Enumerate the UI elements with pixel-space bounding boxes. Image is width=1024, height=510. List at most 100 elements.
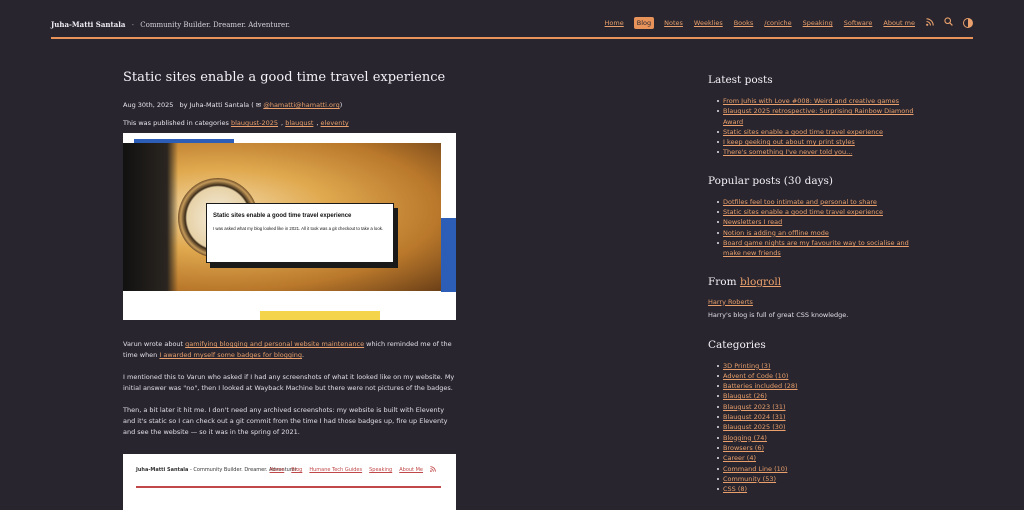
category-link[interactable]: Advent of Code (10) [723, 372, 788, 380]
category-link[interactable]: blaugust [285, 119, 313, 127]
blogroll-heading: From blogroll [708, 276, 928, 288]
list-item: Blogging (74) [717, 433, 928, 443]
popular-post-link[interactable]: Newsletters I read [723, 218, 782, 226]
category-link[interactable]: CSS (8) [723, 485, 747, 493]
site-tagline: Community Builder. Dreamer. Adventurer. [140, 21, 290, 29]
paragraph: I mentioned this to Varun who asked if I… [123, 373, 455, 392]
text: . [302, 351, 305, 359]
post-title: Static sites enable a good time travel e… [123, 70, 446, 85]
rss-icon[interactable] [926, 17, 934, 29]
blogroll-entry-description: Harry's blog is full of great CSS knowle… [708, 310, 849, 319]
old-site-screenshot: Juha-Matti Santala - Community Builder. … [123, 454, 456, 510]
nav-home[interactable]: Home [604, 17, 625, 29]
latest-posts-list: From Juhis with Love #008: Weird and cre… [717, 96, 928, 158]
inline-link[interactable]: gamifying blogging and personal website … [185, 340, 364, 348]
category-link[interactable]: Command Line (10) [723, 465, 787, 473]
hero-blue-block [441, 218, 456, 292]
latest-post-link[interactable]: Static sites enable a good time travel e… [723, 128, 883, 136]
category-link[interactable]: Blogging (74) [723, 434, 767, 442]
list-item: Blaugust 2024 (31) [717, 412, 928, 422]
site-header: Juha-Matti Santala - Community Builder. … [51, 0, 973, 39]
nav-blog[interactable]: Blog [633, 17, 655, 29]
list-item: Blaugust 2023 (31) [717, 402, 928, 412]
nav-notes[interactable]: Notes [663, 17, 684, 29]
screenshot-nav-item: About Me [399, 467, 423, 473]
category-link[interactable]: blaugust-2025 [231, 119, 278, 127]
inline-link[interactable]: I awarded myself some badges for bloggin… [159, 351, 302, 359]
post-author: Juha-Matti Santala [189, 101, 250, 109]
post-categories: This was published in categories blaugus… [123, 119, 349, 127]
screenshot-rss-icon [430, 466, 436, 474]
nav-software[interactable]: Software [843, 17, 874, 29]
main-nav: Home Blog Notes Weeklies Books /coniche … [595, 17, 973, 29]
category-link[interactable]: Batteries included (28) [723, 382, 798, 390]
screenshot-nav-item: Blog [291, 467, 303, 473]
list-item: Static sites enable a good time travel e… [717, 127, 928, 137]
list-item: Command Line (10) [717, 464, 928, 474]
nav-coniche[interactable]: /coniche [763, 17, 792, 29]
list-item: Blaugust (26) [717, 391, 928, 401]
list-item: Dotfiles feel too intimate and personal … [717, 197, 928, 207]
list-item: Static sites enable a good time travel e… [717, 207, 928, 217]
category-link[interactable]: Blaugust 2023 (31) [723, 403, 786, 411]
list-item: From Juhis with Love #008: Weird and cre… [717, 96, 928, 106]
latest-post-link[interactable]: There's something I've never told you... [723, 148, 852, 156]
post-date: Aug 30th, 2025 [123, 101, 174, 109]
site-name[interactable]: Juha-Matti Santala [51, 20, 125, 29]
hero-card-title: Static sites enable a good time travel e… [213, 213, 352, 219]
list-item: Newsletters I read [717, 217, 928, 227]
popular-post-link[interactable]: Board game nights are my favourite way t… [723, 239, 909, 257]
popular-post-link[interactable]: Notion is adding an offline mode [723, 229, 829, 237]
list-item: CSS (8) [717, 484, 928, 494]
screenshot-nav-item: Humane Tech Guides [309, 467, 363, 473]
categories-label: This was published in categories [123, 119, 229, 127]
brand-separator: - [131, 21, 135, 29]
nav-speaking[interactable]: Speaking [802, 17, 834, 29]
site-brand: Juha-Matti Santala - Community Builder. … [51, 20, 290, 29]
popular-post-link[interactable]: Static sites enable a good time travel e… [723, 208, 883, 216]
list-item: Blaugust 2025 (30) [717, 422, 928, 432]
mastodon-link[interactable]: @hamatti@hamatti.org [263, 101, 339, 109]
category-link[interactable]: Browsers (6) [723, 444, 764, 452]
article: Static sites enable a good time travel e… [123, 70, 456, 510]
popular-posts-list: Dotfiles feel too intimate and personal … [717, 197, 928, 259]
paragraph: Then, a bit later it hit me. I don't nee… [123, 406, 448, 436]
list-item: Browsers (6) [717, 443, 928, 453]
latest-post-link[interactable]: I keep geeking out about my print styles [723, 138, 855, 146]
post-meta: Aug 30th, 2025 by Juha-Matti Santala ( ✉… [123, 101, 343, 109]
latest-post-link[interactable]: From Juhis with Love #008: Weird and cre… [723, 97, 899, 105]
blogroll-link[interactable]: blogroll [740, 276, 781, 288]
list-item: Career (4) [717, 453, 928, 463]
nav-weeklies[interactable]: Weeklies [693, 17, 724, 29]
theme-toggle-icon[interactable] [963, 18, 973, 28]
popular-post-link[interactable]: Dotfiles feel too intimate and personal … [723, 198, 877, 206]
list-item: Community (53) [717, 474, 928, 484]
screenshot-nav: Home Blog Humane Tech Guides Speaking Ab… [263, 466, 437, 474]
latest-post-link[interactable]: Blaugust 2025 retrospective: Surprising … [723, 107, 914, 125]
nav-books[interactable]: Books [733, 17, 755, 29]
text: Varun wrote about [123, 340, 186, 348]
hero-dark-object [123, 143, 178, 291]
blogroll-entry-link[interactable]: Harry Roberts [708, 298, 928, 306]
hero-card-subtitle: I was asked what my blog looked like in … [213, 226, 384, 231]
list-item: Advent of Code (10) [717, 371, 928, 381]
category-link[interactable]: Career (4) [723, 454, 756, 462]
list-item: Board game nights are my favourite way t… [717, 238, 928, 259]
nav-about[interactable]: About me [882, 17, 916, 29]
list-item: Batteries included (28) [717, 381, 928, 391]
category-link[interactable]: Blaugust (26) [723, 392, 767, 400]
screenshot-nav-item: Home [269, 467, 285, 473]
category-link[interactable]: Blaugust 2024 (31) [723, 413, 786, 421]
post-by: by [179, 101, 188, 109]
categories-heading: Categories [708, 338, 766, 351]
search-icon[interactable] [944, 17, 953, 29]
list-item: I keep geeking out about my print styles [717, 137, 928, 147]
category-link[interactable]: 3D Printing (3) [723, 362, 770, 370]
category-link[interactable]: Blaugust 2025 (30) [723, 423, 786, 431]
category-link[interactable]: eleventy [321, 119, 349, 127]
screenshot-site-name: Juha-Matti Santala [136, 467, 189, 473]
category-link[interactable]: Community (53) [723, 475, 776, 483]
categories-list: 3D Printing (3) Advent of Code (10) Batt… [717, 361, 928, 495]
hero-card: Static sites enable a good time travel e… [206, 203, 394, 263]
sidebar: Latest posts From Juhis with Love #008: … [708, 74, 928, 510]
